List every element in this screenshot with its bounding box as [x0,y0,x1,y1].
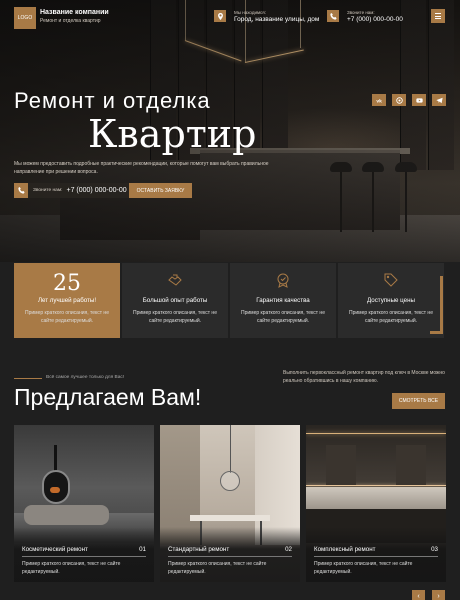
menu-button[interactable] [431,9,445,23]
feature-title: Большой опыт работы [142,297,208,304]
chevron-right-icon: › [437,592,440,600]
prev-arrow-button[interactable]: ‹ [412,590,425,600]
address-label: Мы находимся: [234,10,266,15]
feature-desc: Пример краткого описания, текст не сайте… [241,310,325,324]
whatsapp-icon[interactable] [392,94,406,106]
phone-icon [327,10,339,22]
feature-title: Гарантия качества [256,297,310,304]
feature-desc: Пример краткого описания, текст не сайте… [133,310,217,324]
service-number: 03 [431,546,438,553]
price-tag-icon [384,273,398,287]
address-value: Город, название улицы, дом [234,16,320,23]
hero-title: Ремонт и отделка [14,88,211,113]
service-desc: Пример краткого описания, текст не сайте… [168,561,267,575]
offer-title: Предлагаем Вам! [14,384,202,410]
hero-description: Мы можем предоставить подробные практиче… [14,161,269,175]
divider [168,556,292,557]
menu-icon [435,13,441,14]
service-card-complex[interactable]: Комплексный ремонт 03 Пример краткого оп… [306,425,446,582]
feature-card-experience-big: Большой опыт работы Пример краткого опис… [122,263,228,338]
phone-icon [14,183,28,198]
phone-number[interactable]: +7 (000) 000-00-00 [347,16,403,23]
logo[interactable]: LOGO [14,7,36,29]
offer-description: Выполнить первоклассный ремонт квартир п… [283,370,445,384]
feature-title: Лет лучшей работы! [37,297,97,304]
telegram-icon[interactable] [432,94,446,106]
offer-subtitle: Всё самое лучшее только для Вас! [46,375,125,380]
next-arrow-button[interactable]: › [432,590,445,600]
feature-card-prices: Доступные цены Пример краткого описания,… [338,263,444,338]
service-card-standard[interactable]: Стандартный ремонт 02 Пример краткого оп… [160,425,300,582]
vk-icon[interactable]: vk [372,94,386,106]
accent-bar [430,331,443,334]
order-button[interactable]: ОСТАВИТЬ ЗАЯВКУ [129,183,192,198]
menu-icon [435,15,441,17]
divider [14,378,42,379]
service-desc: Пример краткого описания, текст не сайте… [314,561,413,575]
call-label: Звоните нам: [33,188,63,193]
phone-label: Звоните нам: [347,10,375,15]
call-bar: Звоните нам: +7 (000) 000-00-00 [14,183,133,198]
see-all-button[interactable]: СМОТРЕТЬ ВСЕ [392,393,445,409]
years-number: 25 [53,271,81,296]
feature-desc: Пример краткого описания, текст не сайте… [349,310,433,324]
service-number: 02 [285,546,292,553]
menu-icon [435,18,441,19]
youtube-icon[interactable] [412,94,426,106]
service-title: Стандартный ремонт [168,546,230,553]
company-tagline: Ремонт и отделка квартир [40,18,101,24]
chevron-left-icon: ‹ [417,592,420,600]
service-title: Косметический ремонт [22,546,88,553]
divider [314,556,438,557]
feature-title: Доступные цены [367,297,415,304]
location-pin-icon [214,10,226,22]
svg-text:vk: vk [376,98,382,103]
handshake-icon [168,274,182,286]
feature-desc: Пример краткого описания, текст не сайте… [25,310,109,324]
feature-card-quality: Гарантия качества Пример краткого описан… [230,263,336,338]
feature-card-experience: 25 Лет лучшей работы! Пример краткого оп… [14,263,120,338]
call-phone[interactable]: +7 (000) 000-00-00 [66,187,126,194]
accent-bar [440,276,443,332]
divider [22,556,146,557]
service-card-cosmetic[interactable]: Косметический ремонт 01 Пример краткого … [14,425,154,582]
service-number: 01 [139,546,146,553]
badge-icon [277,273,289,288]
service-desc: Пример краткого описания, текст не сайте… [22,561,121,575]
service-title: Комплексный ремонт [314,546,376,553]
company-name: Название компании [40,9,109,16]
hero-title-accent: Квартир [88,112,257,156]
